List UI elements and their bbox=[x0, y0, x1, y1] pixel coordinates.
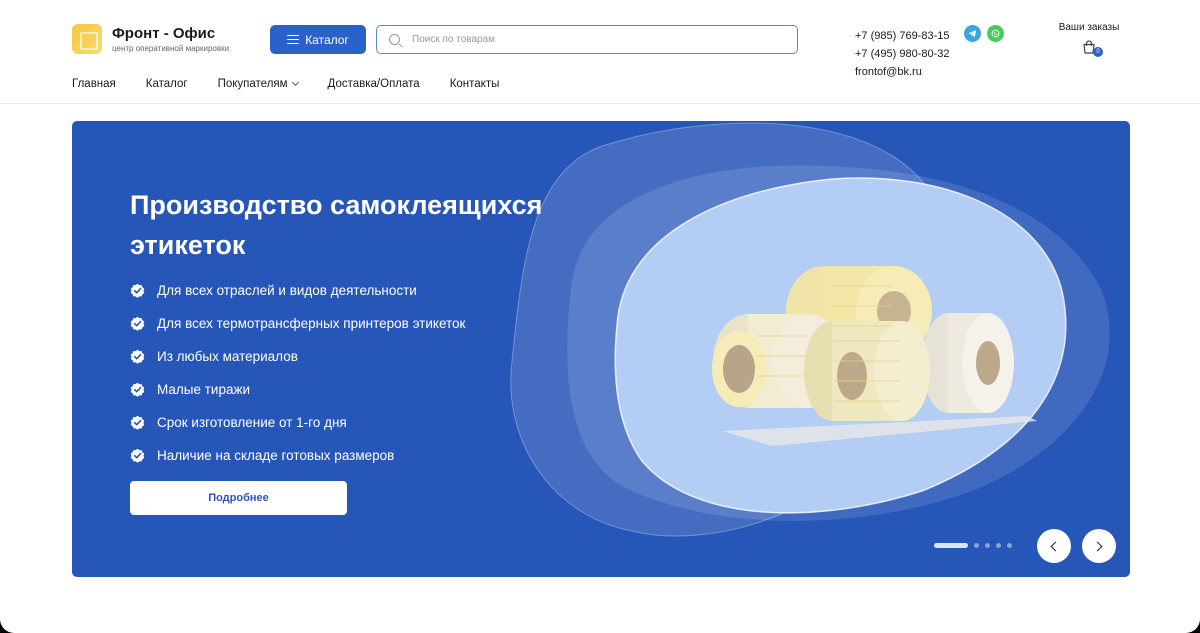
search-box bbox=[376, 25, 798, 54]
nav-delivery[interactable]: Доставка/Оплата bbox=[328, 78, 420, 90]
feature-list: Для всех отраслей и видов деятельности Д… bbox=[130, 274, 465, 472]
email-link[interactable]: frontof@bk.ru bbox=[855, 63, 949, 81]
chevron-right-icon bbox=[1092, 541, 1103, 551]
feature-item: Срок изготовление от 1-го дня bbox=[130, 406, 465, 439]
slider-dots bbox=[934, 543, 1012, 548]
check-badge-icon bbox=[130, 283, 145, 298]
chevron-down-icon bbox=[291, 78, 299, 87]
contacts: +7 (985) 769-83-15 +7 (495) 980-80-32 fr… bbox=[855, 27, 949, 81]
feature-text: Срок изготовление от 1-го дня bbox=[157, 415, 347, 430]
more-button[interactable]: Подробнее bbox=[130, 481, 347, 515]
nav-customers[interactable]: Покупателям bbox=[217, 78, 299, 90]
check-badge-icon bbox=[130, 448, 145, 463]
slider-dot[interactable] bbox=[996, 543, 1001, 548]
messengers bbox=[964, 25, 1004, 42]
cart[interactable]: 0 bbox=[1081, 39, 1103, 57]
menu-icon bbox=[287, 34, 300, 45]
search-input[interactable] bbox=[412, 34, 792, 45]
nav-customers-label: Покупателям bbox=[217, 78, 288, 90]
telegram-icon[interactable] bbox=[964, 25, 981, 42]
slider-prev-button[interactable] bbox=[1037, 529, 1071, 563]
check-badge-icon bbox=[130, 349, 145, 364]
catalog-button-label: Каталог bbox=[305, 32, 349, 47]
feature-text: Для всех термотрансферных принтеров этик… bbox=[157, 316, 466, 331]
check-badge-icon bbox=[130, 316, 145, 331]
nav-catalog-label: Каталог bbox=[145, 78, 188, 90]
brand-title: Фронт - Офис bbox=[112, 25, 216, 42]
nav-contacts-label: Контакты bbox=[449, 78, 500, 90]
chevron-left-icon bbox=[1050, 541, 1061, 551]
feature-text: Наличие на складе готовых размеров bbox=[157, 448, 395, 463]
orders-label: Ваши заказы bbox=[1058, 22, 1120, 33]
nav-catalog[interactable]: Каталог bbox=[146, 78, 188, 90]
feature-item: Малые тиражи bbox=[130, 373, 465, 406]
main-nav: Главная Каталог Покупателям Доставка/Опл… bbox=[72, 78, 499, 90]
nav-delivery-label: Доставка/Оплата bbox=[327, 78, 420, 90]
catalog-button[interactable]: Каталог bbox=[270, 25, 366, 54]
check-badge-icon bbox=[130, 382, 145, 397]
brand-subtitle: центр оперативной маркировки bbox=[112, 44, 230, 53]
logo-text: Фронт - Офис центр оперативной маркировк… bbox=[112, 25, 229, 53]
check-badge-icon bbox=[130, 415, 145, 430]
slider-next-button[interactable] bbox=[1082, 529, 1116, 563]
cart-count-badge: 0 bbox=[1093, 47, 1103, 57]
feature-text: Малые тиражи bbox=[157, 382, 251, 397]
slider-dot[interactable] bbox=[985, 543, 990, 548]
feature-item: Наличие на складе готовых размеров bbox=[130, 439, 465, 472]
logo[interactable]: Фронт - Офис центр оперативной маркировк… bbox=[72, 24, 229, 54]
phone-1[interactable]: +7 (985) 769-83-15 bbox=[855, 27, 949, 45]
phone-2[interactable]: +7 (495) 980-80-32 bbox=[855, 45, 949, 63]
nav-home[interactable]: Главная bbox=[72, 78, 116, 90]
site-header: Фронт - Офис центр оперативной маркировк… bbox=[0, 0, 1200, 104]
slider-dot[interactable] bbox=[974, 543, 979, 548]
nav-contacts[interactable]: Контакты bbox=[450, 78, 500, 90]
orders[interactable]: Ваши заказы 0 bbox=[1050, 22, 1128, 57]
whatsapp-icon[interactable] bbox=[987, 25, 1004, 42]
logo-icon bbox=[72, 24, 102, 54]
slider-dot-active[interactable] bbox=[934, 543, 968, 548]
feature-text: Для всех отраслей и видов деятельности bbox=[157, 283, 417, 298]
page: Фронт - Офис центр оперативной маркировк… bbox=[0, 0, 1200, 633]
feature-item: Для всех отраслей и видов деятельности bbox=[130, 274, 465, 307]
banner-headline: Производство самоклеящихся этикеток bbox=[130, 190, 543, 260]
feature-text: Из любых материалов bbox=[157, 349, 298, 364]
feature-item: Для всех термотрансферных принтеров этик… bbox=[130, 307, 465, 340]
feature-item: Из любых материалов bbox=[130, 340, 465, 373]
slider-dot[interactable] bbox=[1007, 543, 1012, 548]
search-icon[interactable] bbox=[389, 34, 400, 45]
hero-banner: Производство самоклеящихся этикеток Для … bbox=[72, 121, 1130, 577]
nav-home-label: Главная bbox=[72, 78, 116, 90]
